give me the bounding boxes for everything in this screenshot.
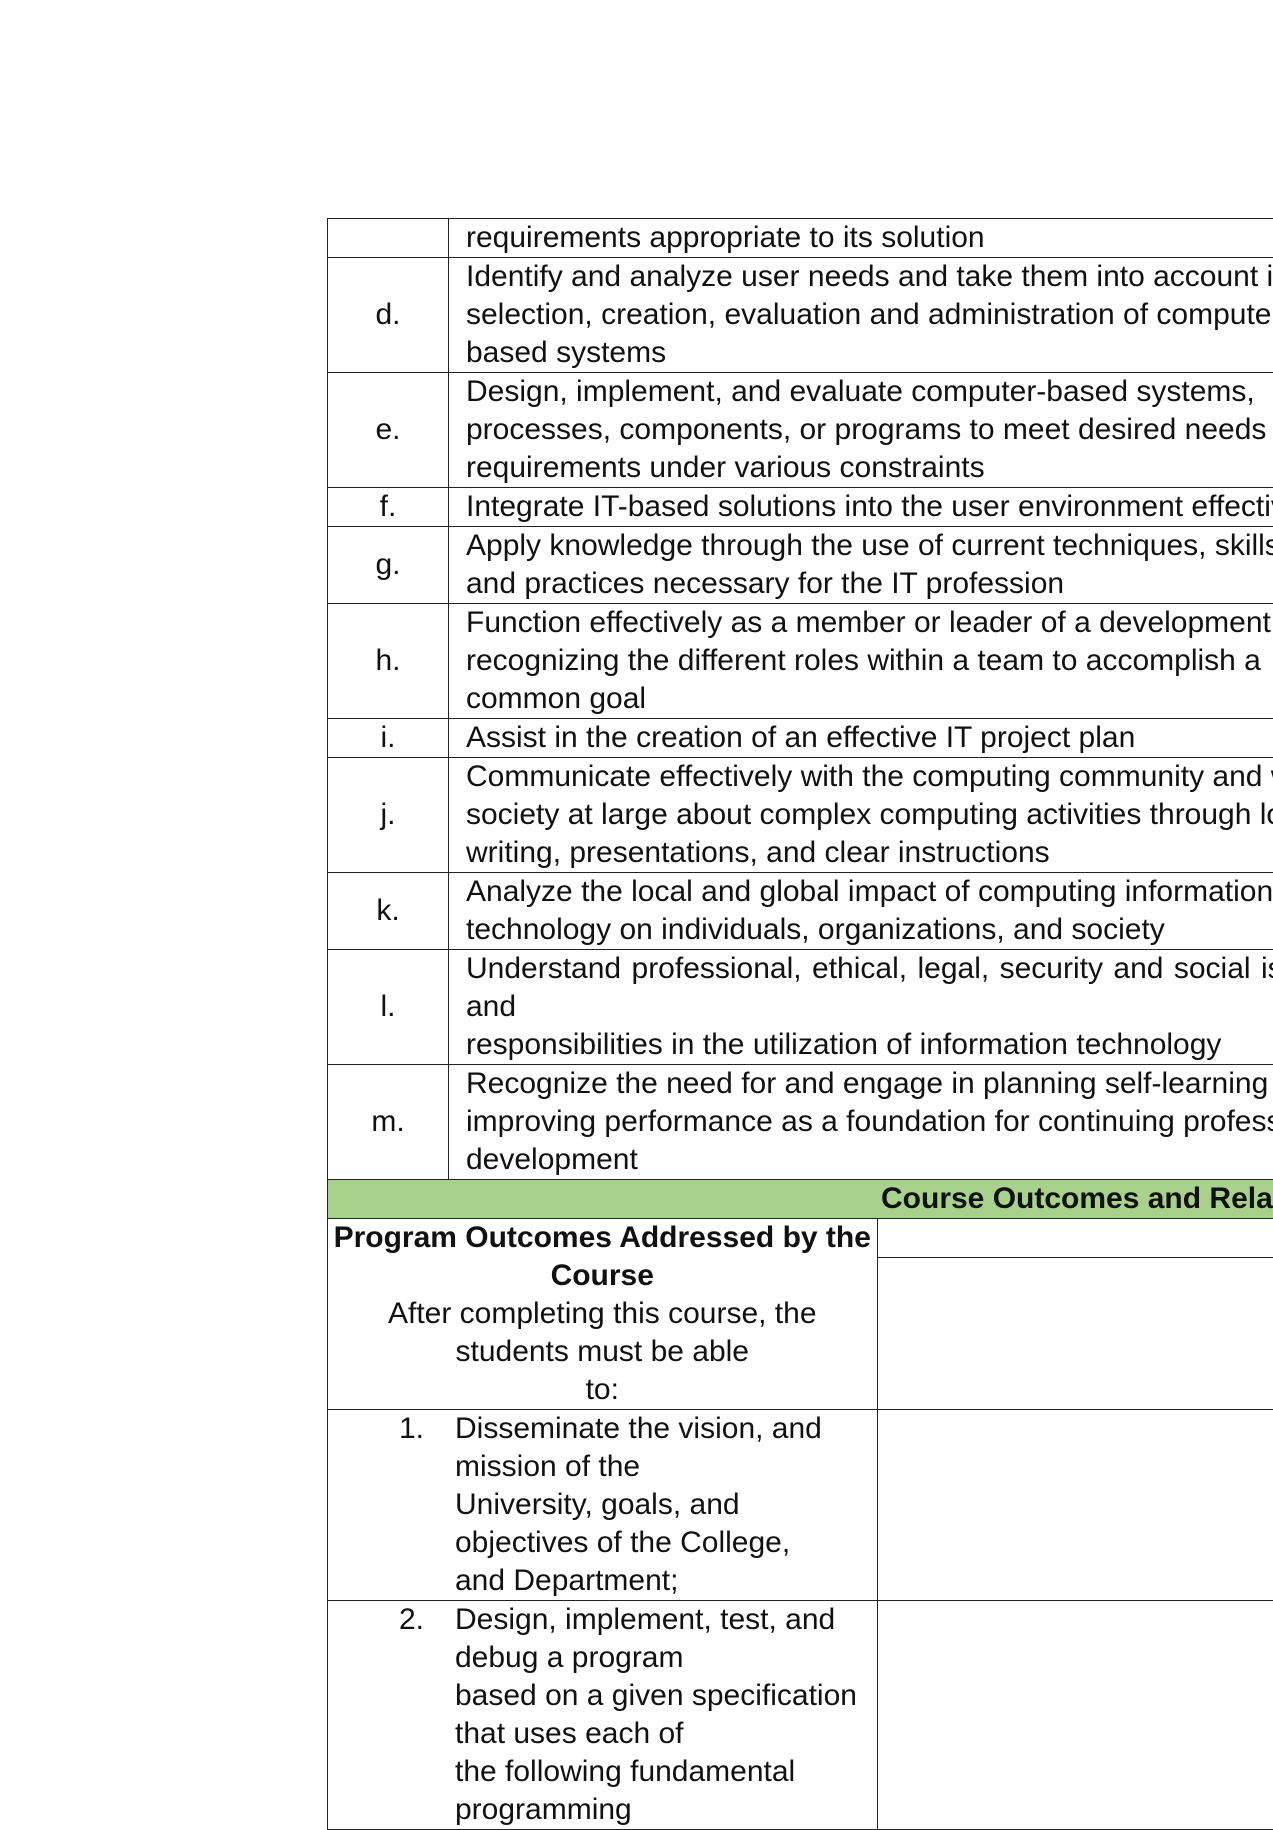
program-outcome-line: Understand professional, ethical, legal,… [466, 950, 1273, 988]
section-band-row: Course Outcomes and Relationship to Prog… [328, 1179, 1273, 1218]
header-right-divider [878, 1257, 1273, 1258]
program-outcome-row: g. Apply knowledge through the use of cur… [328, 527, 1273, 604]
program-outcome-letter: m. [328, 1065, 449, 1180]
program-outcome-description: Recognize the need for and engage in pla… [449, 1065, 1273, 1180]
program-outcome-description: Function effectively as a member or lead… [449, 604, 1273, 719]
program-outcome-description: Identify and analyze user needs and take… [449, 258, 1273, 373]
course-outcome-row: 1. Disseminate the vision, and mission o… [328, 1409, 1273, 1600]
course-outcomes-header-row: Program Outcomes Addressed by the Course… [328, 1218, 1273, 1409]
program-outcome-row: k. Analyze the local and global impact of… [328, 873, 1273, 950]
program-outcome-letter: g. [328, 527, 449, 604]
program-outcome-letter: h. [328, 604, 449, 719]
course-outcome-cell: 1. Disseminate the vision, and mission o… [328, 1409, 878, 1600]
program-outcome-line: Function effectively as a member or lead… [466, 604, 1273, 642]
program-outcome-letter: i. [328, 719, 449, 758]
document-sheet: requirements appropriate to its solution… [327, 218, 1273, 1830]
program-outcome-line: Analyze the local and global impact of c… [466, 873, 1273, 911]
program-outcome-line: and practices necessary for the IT profe… [466, 565, 1273, 603]
course-outcome-line: Design, implement, test, and debug a pro… [455, 1601, 877, 1677]
program-outcome-row: e. Design, implement, and evaluate comput… [328, 373, 1273, 488]
program-outcome-description: Understand professional, ethical, legal,… [449, 950, 1273, 1065]
course-outcome-line: based on a given specification that uses… [455, 1677, 877, 1753]
program-outcome-line: and [466, 988, 1273, 1026]
program-outcome-line: common goal [466, 680, 1273, 718]
program-outcome-line: responsibilities in the utilization of i… [466, 1026, 1273, 1064]
program-outcome-row: l. Understand professional, ethical, lega… [328, 950, 1273, 1065]
program-outcome-line: improving performance as a foundation fo… [466, 1103, 1273, 1141]
program-outcome-line: Integrate IT-based solutions into the us… [466, 488, 1273, 526]
program-outcome-letter [328, 219, 449, 258]
program-outcome-description: Integrate IT-based solutions into the us… [449, 488, 1273, 527]
program-outcome-description: Design, implement, and evaluate computer… [449, 373, 1273, 488]
program-outcome-line: Apply knowledge through the use of curre… [466, 527, 1273, 565]
header-right-cell [877, 1218, 1273, 1409]
program-outcome-line: Communicate effectively with the computi… [466, 758, 1273, 796]
program-outcome-line: development [466, 1141, 1273, 1179]
course-outcome-number: 2. [399, 1601, 455, 1829]
section-title: Course Outcomes and Relationship to Prog… [328, 1179, 1273, 1218]
course-outcome-cell: 2. Design, implement, test, and debug a … [328, 1600, 878, 1829]
course-outcomes-table: Course Outcomes and Relationship to Prog… [327, 1179, 1273, 1830]
program-outcome-letter: l. [328, 950, 449, 1065]
program-outcome-description: requirements appropriate to its solution [449, 219, 1273, 258]
header-line-1: After completing this course, the studen… [328, 1295, 877, 1371]
program-outcome-line: Assist in the creation of an effective I… [466, 719, 1273, 757]
program-outcome-line: requirements appropriate to its solution [466, 219, 1273, 257]
program-outcome-row: m. Recognize the need for and engage in p… [328, 1065, 1273, 1180]
program-outcome-line: selection, creation, evaluation and admi… [466, 296, 1273, 334]
course-outcome-text: Design, implement, test, and debug a pro… [455, 1601, 877, 1829]
course-outcome-row: 2. Design, implement, test, and debug a … [328, 1600, 1273, 1829]
course-outcomes-header: Program Outcomes Addressed by the Course… [328, 1218, 878, 1409]
header-bold-label: Program Outcomes Addressed by the Course [328, 1219, 877, 1295]
program-outcome-line: Identify and analyze user needs and take… [466, 258, 1273, 296]
program-outcome-description: Analyze the local and global impact of c… [449, 873, 1273, 950]
header-line-2: to: [328, 1371, 877, 1409]
program-outcome-row: j. Communicate effectively with the compu… [328, 758, 1273, 873]
program-outcome-line: technology on individuals, organizations… [466, 911, 1273, 949]
course-outcome-number: 1. [399, 1410, 455, 1600]
program-outcome-line: society at large about complex computing… [466, 796, 1273, 834]
program-outcome-description: Communicate effectively with the computi… [449, 758, 1273, 873]
program-outcome-description: Apply knowledge through the use of curre… [449, 527, 1273, 604]
program-outcome-line: requirements under various constraints [466, 449, 1273, 487]
program-outcome-letter: f. [328, 488, 449, 527]
course-outcome-text: Disseminate the vision, and mission of t… [455, 1410, 877, 1600]
course-outcome-line: the following fundamental programming [455, 1753, 877, 1829]
program-outcome-letter: d. [328, 258, 449, 373]
program-outcome-description: Assist in the creation of an effective I… [449, 719, 1273, 758]
program-outcome-line: processes, components, or programs to me… [466, 411, 1273, 449]
course-outcome-line: Disseminate the vision, and mission of t… [455, 1410, 877, 1486]
program-outcome-line: recognizing the different roles within a… [466, 642, 1273, 680]
program-outcome-row: h. Function effectively as a member or le… [328, 604, 1273, 719]
course-outcome-line: and Department; [455, 1562, 877, 1600]
program-outcome-line: Recognize the need for and engage in pla… [466, 1065, 1273, 1103]
program-outcome-line: Design, implement, and evaluate computer… [466, 373, 1273, 411]
program-outcome-letter: k. [328, 873, 449, 950]
course-outcome-line: University, goals, and objectives of the… [455, 1486, 877, 1562]
program-outcome-line: based systems [466, 334, 1273, 372]
program-outcome-row: requirements appropriate to its solution [328, 219, 1273, 258]
program-outcome-line: writing, presentations, and clear instru… [466, 834, 1273, 872]
course-outcome-right-cell [877, 1600, 1273, 1829]
program-outcomes-table: requirements appropriate to its solution… [327, 218, 1273, 1180]
program-outcome-letter: j. [328, 758, 449, 873]
program-outcome-row: d. Identify and analyze user needs and ta… [328, 258, 1273, 373]
program-outcome-row: i. Assist in the creation of an effective… [328, 719, 1273, 758]
program-outcome-row: f. Integrate IT-based solutions into the … [328, 488, 1273, 527]
program-outcome-letter: e. [328, 373, 449, 488]
course-outcome-right-cell [877, 1409, 1273, 1600]
